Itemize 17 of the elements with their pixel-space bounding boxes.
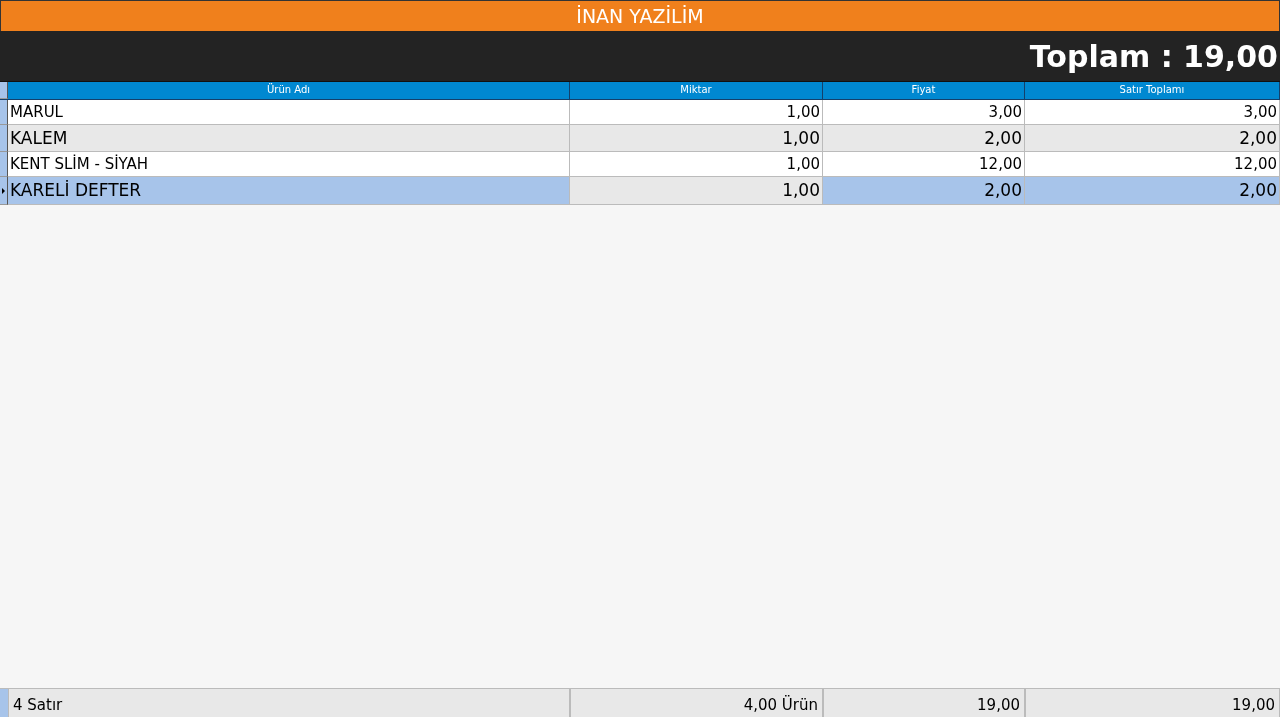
table-cell: KARELİ DEFTER <box>8 177 570 205</box>
column-header[interactable]: Satır Toplamı <box>1025 82 1280 99</box>
column-header[interactable]: Ürün Adı <box>8 82 570 99</box>
summary-cell: 4 Satır <box>8 689 570 717</box>
summary-cell: 4,00 Ürün <box>570 689 823 717</box>
column-header[interactable]: Fiyat <box>823 82 1025 99</box>
row-indicator <box>0 689 8 717</box>
table-cell: 2,00 <box>1025 177 1280 205</box>
summary-cell: 19,00 <box>1025 689 1280 717</box>
header-corner <box>0 82 8 99</box>
grand-total: Toplam : 19,00 <box>1029 38 1278 74</box>
current-row-icon <box>2 187 5 194</box>
summary-cell: 19,00 <box>823 689 1025 717</box>
app-title: İNAN YAZİLİM <box>576 5 704 27</box>
table-cell: 2,00 <box>823 177 1025 205</box>
table-cell: 1,00 <box>570 177 823 205</box>
column-header[interactable]: Miktar <box>570 82 823 99</box>
